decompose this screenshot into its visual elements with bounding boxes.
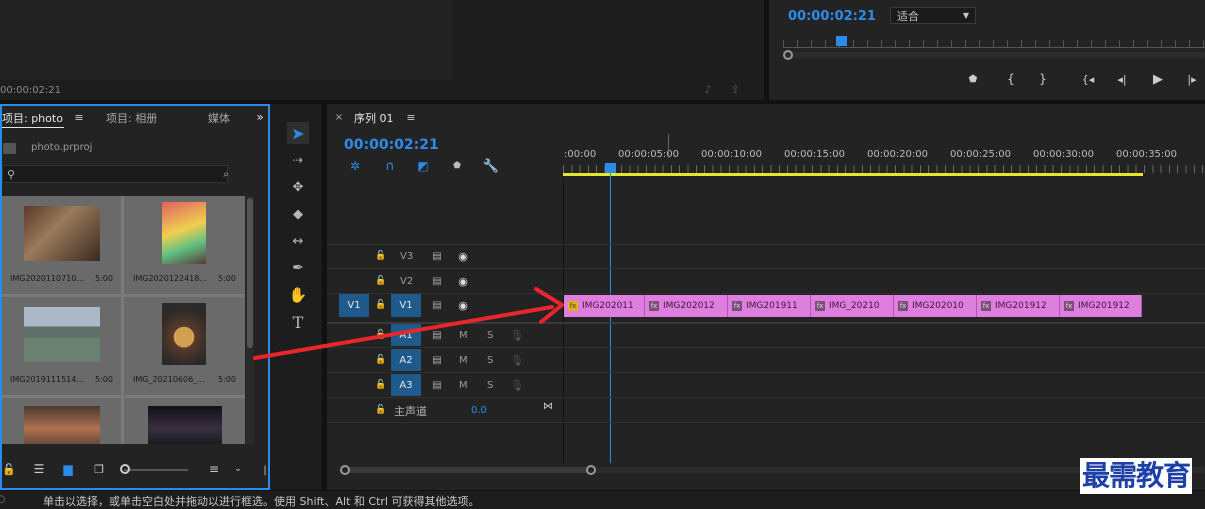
annotation-arrow <box>253 287 564 360</box>
watermark-logo: 最需教育 <box>1080 458 1193 494</box>
status-circle-icon: ○ <box>0 493 6 505</box>
status-text: 单击以选择，或单击空白处并拖动以进行框选。使用 Shift、Alt 和 Ctrl… <box>43 495 480 508</box>
